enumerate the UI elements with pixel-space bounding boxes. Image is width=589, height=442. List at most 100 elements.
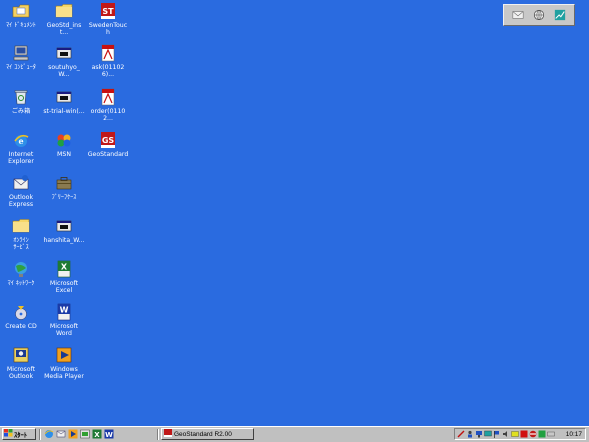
media-player-icon — [55, 346, 73, 364]
desktop-icon-label: Microsoft Word — [49, 323, 79, 337]
network-icon[interactable] — [475, 430, 483, 438]
desktop-icon-internet-explorer[interactable]: e Internet Explorer — [0, 131, 42, 165]
pdf-icon — [99, 44, 117, 62]
desktop-icon-order-pdf[interactable]: order(01102... — [87, 88, 129, 122]
desktop-icon-label: GeoStandard — [87, 151, 129, 158]
desktop-icon-label: Microsoft Outlook — [6, 366, 36, 380]
desktop-icon-create-cd[interactable]: Create CD — [0, 303, 42, 330]
desktop-icon-online-services[interactable]: ｵﾝﾗｲﾝ ｻｰﾋﾞｽ — [0, 217, 42, 251]
desktop-icon-msn[interactable]: MSN — [43, 131, 85, 158]
desktop-icon-soutuhyo[interactable]: soutuhyo_W... — [43, 44, 85, 78]
desktop-icon-label: MSN — [57, 151, 71, 158]
monitor-icon[interactable] — [484, 430, 492, 438]
create-cd-icon — [12, 303, 30, 321]
desktop-icon-label: Microsoft Excel — [49, 280, 79, 294]
desktop-icon-microsoft-word[interactable]: W Microsoft Word — [43, 303, 85, 337]
application-icon — [55, 44, 73, 62]
desktop-icon-label: SwedenTouch — [88, 22, 128, 36]
svg-text:W: W — [60, 306, 69, 315]
start-button[interactable]: ｽﾀｰﾄ — [2, 428, 36, 440]
clock[interactable]: 10:17 — [566, 431, 582, 438]
desktop-icon-windows-media-player[interactable]: Windows Media Player — [43, 346, 85, 380]
internet-explorer-icon: e — [12, 131, 30, 149]
taskbar-button-geostandard[interactable]: GeoStandard R2.00 — [161, 428, 254, 440]
excel-icon[interactable]: X — [92, 429, 102, 439]
desktop-icon-my-documents[interactable]: ﾏｲ ﾄﾞｷｭﾒﾝﾄ — [0, 2, 42, 29]
application-icon — [55, 217, 73, 235]
desktop-icon-swedentouch[interactable]: ST SwedenTouch — [87, 2, 129, 36]
my-documents-icon — [12, 2, 30, 20]
desktop-icon-hanshita[interactable]: hanshita_W... — [43, 217, 85, 244]
desktop-icon-geostandard[interactable]: GS GeoStandard — [87, 131, 129, 158]
desktop-icon-label: ｵﾝﾗｲﾝ ｻｰﾋﾞｽ — [13, 237, 29, 251]
taskbar: ｽﾀｰﾄ X W GeoStandard R2.00 10:17 — [0, 426, 589, 442]
svg-text:e: e — [18, 136, 23, 146]
acrobat-icon[interactable] — [520, 430, 528, 438]
desktop-icon-label: ﾌﾞﾘｰﾌｹｰｽ — [51, 194, 77, 201]
geostandard-task-icon — [164, 429, 172, 439]
desktop-icon-label: soutuhyo_W... — [48, 64, 80, 78]
word-icon: W — [55, 303, 73, 321]
desktop-icon-label: hanshita_W... — [43, 237, 85, 244]
pen-icon[interactable] — [457, 430, 465, 438]
media-player-icon[interactable] — [68, 429, 78, 439]
keyboard-icon[interactable] — [547, 430, 555, 438]
desktop-icon-label: ﾏｲ ﾈｯﾄﾜｰｸ — [7, 280, 35, 287]
briefcase-icon — [55, 174, 73, 192]
svg-text:X: X — [61, 263, 68, 272]
folder-icon — [55, 2, 73, 20]
my-computer-icon — [12, 44, 30, 62]
desktop-icon-label: order(01102... — [90, 108, 126, 122]
folder-icon — [12, 217, 30, 235]
mail-icon[interactable] — [511, 8, 525, 22]
desktop-icon-st-trial-win[interactable]: st-trial-win(... — [43, 88, 85, 115]
desktop-icon-outlook-express[interactable]: Outlook Express — [0, 174, 42, 208]
internet-explorer-icon[interactable] — [44, 429, 54, 439]
desktop-icon-label: ごみ箱 — [11, 108, 31, 115]
desktop-icon-label: ﾏｲ ﾄﾞｷｭﾒﾝﾄ — [6, 22, 36, 29]
msn-icon — [55, 131, 73, 149]
excel-icon: X — [55, 260, 73, 278]
outlook-express-icon — [12, 174, 30, 192]
flag-icon[interactable] — [493, 430, 501, 438]
speaker-icon[interactable] — [502, 430, 510, 438]
desktop-icon-label: Internet Explorer — [8, 151, 34, 165]
chart-icon[interactable] — [553, 8, 567, 22]
outlook-express-icon[interactable] — [56, 429, 66, 439]
desktop-icon-label: ask(011026)... — [91, 64, 125, 78]
person-icon[interactable] — [466, 430, 474, 438]
desktop-icon-geostd-inst[interactable]: GeoStd_inst... — [43, 2, 85, 36]
antivirus-icon[interactable] — [529, 430, 537, 438]
show-desktop-icon[interactable] — [80, 429, 90, 439]
taskbar-divider — [157, 429, 159, 440]
app-tray-icon[interactable] — [538, 430, 546, 438]
desktop-icon-label: Windows Media Player — [44, 366, 84, 380]
desktop-icon-label: st-trial-win(... — [43, 108, 85, 115]
taskbar-divider — [39, 429, 41, 440]
desktop-icon-briefcase[interactable]: ﾌﾞﾘｰﾌｹｰｽ — [43, 174, 85, 201]
taskbar-button-label: GeoStandard R2.00 — [174, 430, 232, 438]
desktop-icon-microsoft-outlook[interactable]: Microsoft Outlook — [0, 346, 42, 380]
desktop-icon-my-network[interactable]: ﾏｲ ﾈｯﾄﾜｰｸ — [0, 260, 42, 287]
word-icon[interactable]: W — [104, 429, 114, 439]
desktop-icon-recycle-bin[interactable]: ごみ箱 — [0, 88, 42, 115]
channel-bar — [503, 4, 575, 26]
desktop-icon-label: Outlook Express — [8, 194, 34, 208]
desktop-icon-my-computer[interactable]: ﾏｲ ｺﾝﾋﾟｭｰﾀ — [0, 44, 42, 71]
desktop-icon-microsoft-excel[interactable]: X Microsoft Excel — [43, 260, 85, 294]
svg-text:ST: ST — [102, 7, 114, 16]
globe-icon[interactable] — [532, 8, 546, 22]
desktop-icon-label: Create CD — [5, 323, 37, 330]
windows-logo-icon — [4, 429, 13, 439]
desktop[interactable]: ﾏｲ ﾄﾞｷｭﾒﾝﾄ GeoStd_inst... ST SwedenTouch… — [0, 0, 589, 426]
desktop-icon-label: GeoStd_inst... — [46, 22, 82, 36]
st-app-icon: ST — [99, 2, 117, 20]
desktop-icon-ask-pdf[interactable]: ask(011026)... — [87, 44, 129, 78]
mail-icon[interactable] — [511, 430, 519, 438]
system-tray: 10:17 — [454, 428, 586, 440]
start-label: ｽﾀｰﾄ — [14, 432, 27, 439]
svg-text:W: W — [105, 431, 113, 439]
network-icon — [12, 260, 30, 278]
pdf-icon — [99, 88, 117, 106]
quick-launch: X W — [44, 429, 114, 440]
